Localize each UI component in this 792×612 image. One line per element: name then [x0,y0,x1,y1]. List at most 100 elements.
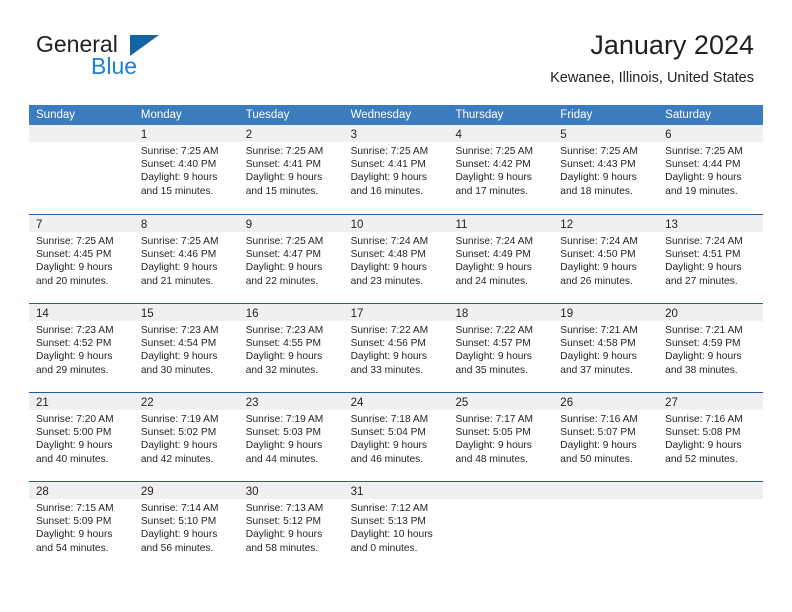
day-cell[interactable]: 15 Sunrise: 7:23 AM Sunset: 4:54 PM Dayligh… [133,304,239,392]
day-cell[interactable]: 30 Sunrise: 7:13 AM Sunset: 5:12 PM Dayligh… [238,482,344,570]
day-details: Sunrise: 7:12 AM Sunset: 5:13 PM Daylight:… [344,499,449,555]
daylight-text-line2: and 26 minutes. [560,275,633,287]
day-number: 29 [140,486,154,498]
day-details: Sunrise: 7:24 AM Sunset: 4:50 PM Daylight:… [553,232,658,288]
day-cell[interactable]: 21 Sunrise: 7:20 AM Sunset: 5:00 PM Dayligh… [29,393,134,481]
logo-text-blue: Blue [91,53,138,79]
day-number-band [29,125,134,142]
day-details: Sunrise: 7:19 AM Sunset: 5:03 PM Daylight:… [239,410,344,466]
daylight-text-line1: Daylight: 9 hours [665,351,742,363]
day-number-band: 1 [133,125,239,142]
day-cell[interactable]: 2 Sunrise: 7:25 AM Sunset: 4:41 PM Daylight… [238,125,344,214]
daylight-text-line2: and 37 minutes. [560,364,633,376]
day-cell[interactable]: 29 Sunrise: 7:14 AM Sunset: 5:10 PM Dayligh… [133,482,239,570]
day-details: Sunrise: 7:22 AM Sunset: 4:56 PM Daylight:… [344,321,449,377]
day-number-band: 4 [448,125,554,142]
day-cell[interactable]: 22 Sunrise: 7:19 AM Sunset: 5:02 PM Dayligh… [133,393,239,481]
day-cell[interactable]: 25 Sunrise: 7:17 AM Sunset: 5:05 PM Dayligh… [448,393,554,481]
sunset-text: Sunset: 5:04 PM [350,427,426,439]
day-cell[interactable]: 19 Sunrise: 7:21 AM Sunset: 4:58 PM Dayligh… [553,304,659,392]
day-cell[interactable]: 3 Sunrise: 7:25 AM Sunset: 4:41 PM Daylight… [343,125,449,214]
sunset-text: Sunset: 5:07 PM [560,427,636,439]
day-cell[interactable]: 13 Sunrise: 7:24 AM Sunset: 4:51 PM Dayligh… [658,215,764,303]
weekday-header-saturday: Saturday [665,109,712,121]
day-number: 22 [140,397,154,409]
day-cell[interactable]: 14 Sunrise: 7:23 AM Sunset: 4:52 PM Dayligh… [29,304,134,392]
day-cell[interactable]: 6 Sunrise: 7:25 AM Sunset: 4:44 PM Daylight… [658,125,764,214]
sunset-text: Sunset: 4:47 PM [245,249,322,261]
sunrise-text: Sunrise: 7:19 AM [140,414,219,425]
daylight-text-line2: and 17 minutes. [455,185,528,197]
sunset-text: Sunset: 4:45 PM [36,249,112,261]
day-cell[interactable]: 7 Sunrise: 7:25 AM Sunset: 4:45 PM Daylight… [29,215,134,303]
day-number-band: 26 [553,393,659,410]
daylight-text-line1: Daylight: 9 hours [665,262,742,274]
sunset-text: Sunset: 4:57 PM [455,338,531,350]
day-cell[interactable]: 20 Sunrise: 7:21 AM Sunset: 4:59 PM Dayligh… [658,304,764,392]
generalblue-logo[interactable]: General Blue [36,32,246,84]
sunset-text: Sunset: 4:52 PM [36,338,112,350]
day-cell[interactable]: 10 Sunrise: 7:24 AM Sunset: 4:48 PM Dayligh… [343,215,449,303]
sunset-text: Sunset: 5:03 PM [245,427,322,439]
day-cell[interactable]: 5 Sunrise: 7:25 AM Sunset: 4:43 PM Daylight… [553,125,659,214]
day-cell[interactable]: 26 Sunrise: 7:16 AM Sunset: 5:07 PM Dayligh… [553,393,659,481]
sunset-text: Sunset: 5:12 PM [245,516,322,528]
day-cell[interactable]: 12 Sunrise: 7:24 AM Sunset: 4:50 PM Dayligh… [553,215,659,303]
sunrise-text: Sunrise: 7:24 AM [560,236,638,247]
day-details: Sunrise: 7:25 AM Sunset: 4:45 PM Daylight:… [29,232,134,288]
daylight-text-line1: Daylight: 9 hours [455,440,532,452]
sunrise-text: Sunrise: 7:25 AM [140,236,219,247]
daylight-text-line1: Daylight: 9 hours [245,172,323,184]
day-cell-empty [658,482,764,570]
day-cell[interactable]: 4 Sunrise: 7:25 AM Sunset: 4:42 PM Daylight… [448,125,554,214]
day-cell[interactable]: 17 Sunrise: 7:22 AM Sunset: 4:56 PM Dayligh… [343,304,449,392]
day-cell[interactable]: 18 Sunrise: 7:22 AM Sunset: 4:57 PM Dayligh… [448,304,554,392]
sunrise-text: Sunrise: 7:25 AM [140,146,219,157]
day-cell[interactable]: 27 Sunrise: 7:16 AM Sunset: 5:08 PM Dayligh… [658,393,764,481]
daylight-text-line1: Daylight: 9 hours [350,440,428,452]
day-details: Sunrise: 7:25 AM Sunset: 4:46 PM Daylight:… [134,232,239,288]
day-number-band: 13 [658,215,764,232]
day-number-band [448,482,554,499]
sunrise-text: Sunrise: 7:16 AM [560,414,638,425]
day-number-band: 14 [29,304,134,321]
day-number: 5 [560,129,567,141]
sunset-text: Sunset: 4:55 PM [245,338,322,350]
day-number: 6 [665,129,672,141]
day-details: Sunrise: 7:24 AM Sunset: 4:48 PM Daylight:… [344,232,449,288]
day-number: 10 [350,219,364,231]
day-cell[interactable]: 16 Sunrise: 7:23 AM Sunset: 4:55 PM Dayligh… [238,304,344,392]
day-number-band: 7 [29,215,134,232]
daylight-text-line1: Daylight: 9 hours [245,529,323,541]
day-number-band: 25 [448,393,554,410]
day-number: 28 [36,486,49,498]
day-number-band: 9 [238,215,344,232]
day-cell[interactable]: 11 Sunrise: 7:24 AM Sunset: 4:49 PM Dayligh… [448,215,554,303]
day-number-band: 17 [343,304,449,321]
day-cell-empty [448,482,554,570]
day-cell[interactable]: 23 Sunrise: 7:19 AM Sunset: 5:03 PM Dayligh… [238,393,344,481]
daylight-text-line1: Daylight: 9 hours [665,172,742,184]
day-cell[interactable]: 9 Sunrise: 7:25 AM Sunset: 4:47 PM Daylight… [238,215,344,303]
day-cell[interactable]: 1 Sunrise: 7:25 AM Sunset: 4:40 PM Daylight… [133,125,239,214]
sunrise-text: Sunrise: 7:23 AM [140,325,219,336]
sunset-text: Sunset: 4:40 PM [140,159,217,171]
daylight-text-line1: Daylight: 9 hours [560,351,637,363]
day-cell[interactable]: 24 Sunrise: 7:18 AM Sunset: 5:04 PM Dayligh… [343,393,449,481]
sunrise-text: Sunrise: 7:25 AM [350,146,429,157]
day-number-band: 2 [238,125,344,142]
day-cell[interactable]: 28 Sunrise: 7:15 AM Sunset: 5:09 PM Dayligh… [29,482,134,570]
day-number: 23 [245,397,259,409]
daylight-text-line1: Daylight: 9 hours [36,351,113,363]
sunrise-text: Sunrise: 7:12 AM [350,503,429,514]
day-cell[interactable]: 8 Sunrise: 7:25 AM Sunset: 4:46 PM Daylight… [133,215,239,303]
daylight-text-line2: and 56 minutes. [140,542,214,554]
daylight-text-line2: and 22 minutes. [245,275,319,287]
day-cell[interactable]: 31 Sunrise: 7:12 AM Sunset: 5:13 PM Dayligh… [343,482,449,570]
day-details: Sunrise: 7:15 AM Sunset: 5:09 PM Daylight:… [29,499,134,555]
daylight-text-line1: Daylight: 9 hours [140,351,218,363]
daylight-text-line2: and 54 minutes. [36,542,109,554]
sunrise-text: Sunrise: 7:24 AM [665,236,743,247]
sunset-text: Sunset: 4:56 PM [350,338,426,350]
daylight-text-line1: Daylight: 10 hours [350,529,433,541]
